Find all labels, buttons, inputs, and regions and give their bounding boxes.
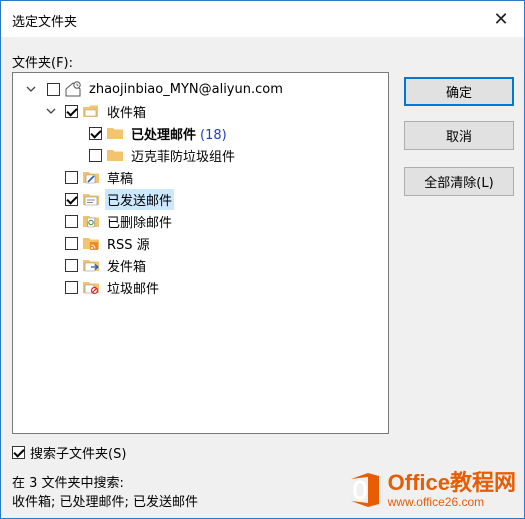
checkbox-account[interactable] bbox=[47, 82, 60, 96]
folder-tree[interactable]: zhaojinbiao_MYN@aliyun.com 收件箱 已处理邮件 (18… bbox=[12, 72, 389, 434]
tree-node-label: 收件箱 bbox=[107, 105, 147, 121]
title-bar: 选定文件夹 ✕ bbox=[1, 1, 524, 37]
inbox-folder-icon bbox=[82, 103, 100, 119]
ok-button[interactable]: 确定 bbox=[404, 77, 514, 106]
search-subfolders-checkbox[interactable] bbox=[12, 446, 25, 459]
checkbox-junk[interactable] bbox=[65, 280, 78, 294]
close-icon: ✕ bbox=[493, 8, 509, 30]
tree-node-label: 已发送邮件 bbox=[105, 188, 175, 210]
search-subfolders-option[interactable]: 搜索子文件夹(S) bbox=[12, 443, 126, 462]
tree-node-account[interactable]: zhaojinbiao_MYN@aliyun.com bbox=[23, 78, 285, 100]
tree-node-inbox[interactable]: 收件箱 bbox=[43, 100, 148, 122]
search-scope-list: 收件箱; 已处理邮件; 已发送邮件 bbox=[12, 495, 199, 510]
clear-all-button[interactable]: 全部清除(L) bbox=[404, 167, 514, 196]
tree-node-label: 发件箱 bbox=[107, 259, 147, 275]
sent-items-icon bbox=[82, 191, 100, 207]
watermark: Office教程网 www.office26.com bbox=[348, 472, 516, 508]
checkbox-drafts[interactable] bbox=[65, 170, 78, 184]
checkbox-outbox[interactable] bbox=[65, 258, 78, 272]
account-mailbox-icon bbox=[64, 81, 82, 97]
folders-label: 文件夹(F): bbox=[12, 56, 74, 71]
drafts-icon bbox=[82, 169, 100, 185]
tree-node-deleted[interactable]: 已删除邮件 bbox=[65, 210, 174, 232]
tree-node-drafts[interactable]: 草稿 bbox=[65, 166, 135, 188]
recycle-bin-icon bbox=[82, 213, 100, 229]
checkbox-processed[interactable] bbox=[89, 126, 102, 140]
unread-count: (18) bbox=[200, 127, 227, 143]
rss-feed-icon bbox=[82, 235, 100, 251]
tree-node-label: RSS 源 bbox=[107, 237, 150, 253]
tree-node-label: 迈克菲防垃圾组件 bbox=[131, 149, 236, 165]
office-logo-icon bbox=[350, 473, 379, 507]
tree-node-mcafee[interactable]: 迈克菲防垃圾组件 bbox=[89, 144, 237, 166]
tree-node-junk[interactable]: 垃圾邮件 bbox=[65, 276, 161, 298]
tree-node-label: 垃圾邮件 bbox=[107, 281, 160, 297]
folder-icon bbox=[106, 147, 124, 163]
tree-node-label: 已删除邮件 bbox=[107, 215, 173, 231]
window-title: 选定文件夹 bbox=[12, 15, 78, 30]
tree-node-label: 已处理邮件 (18) bbox=[129, 123, 229, 144]
checkbox-inbox[interactable] bbox=[65, 104, 78, 118]
tree-node-rss[interactable]: RSS 源 bbox=[65, 232, 152, 254]
tree-node-label: zhaojinbiao_MYN@aliyun.com bbox=[89, 81, 283, 97]
checkbox-deleted[interactable] bbox=[65, 214, 78, 228]
chevron-down-icon[interactable] bbox=[43, 103, 59, 119]
folder-icon bbox=[106, 125, 124, 141]
select-folders-dialog: 选定文件夹 ✕ 文件夹(F): zhaojinbiao_MYN@aliyun.c… bbox=[0, 0, 525, 519]
tree-node-outbox[interactable]: 发件箱 bbox=[65, 254, 148, 276]
tree-node-processed[interactable]: 已处理邮件 (18) bbox=[89, 122, 229, 144]
search-scope-title: 在 3 文件夹中搜索: bbox=[12, 476, 124, 491]
watermark-brand: Office教程网 bbox=[387, 470, 516, 495]
folder-name: 已处理邮件 bbox=[131, 127, 197, 143]
tree-node-sent[interactable]: 已发送邮件 bbox=[65, 188, 175, 210]
checkbox-sent[interactable] bbox=[65, 192, 78, 206]
outbox-icon bbox=[82, 257, 100, 273]
checkbox-mcafee[interactable] bbox=[89, 148, 102, 162]
search-subfolders-label: 搜索子文件夹(S) bbox=[30, 447, 127, 462]
chevron-down-icon[interactable] bbox=[23, 81, 39, 97]
tree-node-label: 草稿 bbox=[107, 171, 134, 187]
cancel-button[interactable]: 取消 bbox=[404, 121, 514, 150]
junk-mail-icon bbox=[82, 279, 100, 295]
watermark-url: www.office26.com bbox=[387, 495, 485, 509]
close-button[interactable]: ✕ bbox=[478, 1, 524, 37]
checkbox-rss[interactable] bbox=[65, 236, 78, 250]
